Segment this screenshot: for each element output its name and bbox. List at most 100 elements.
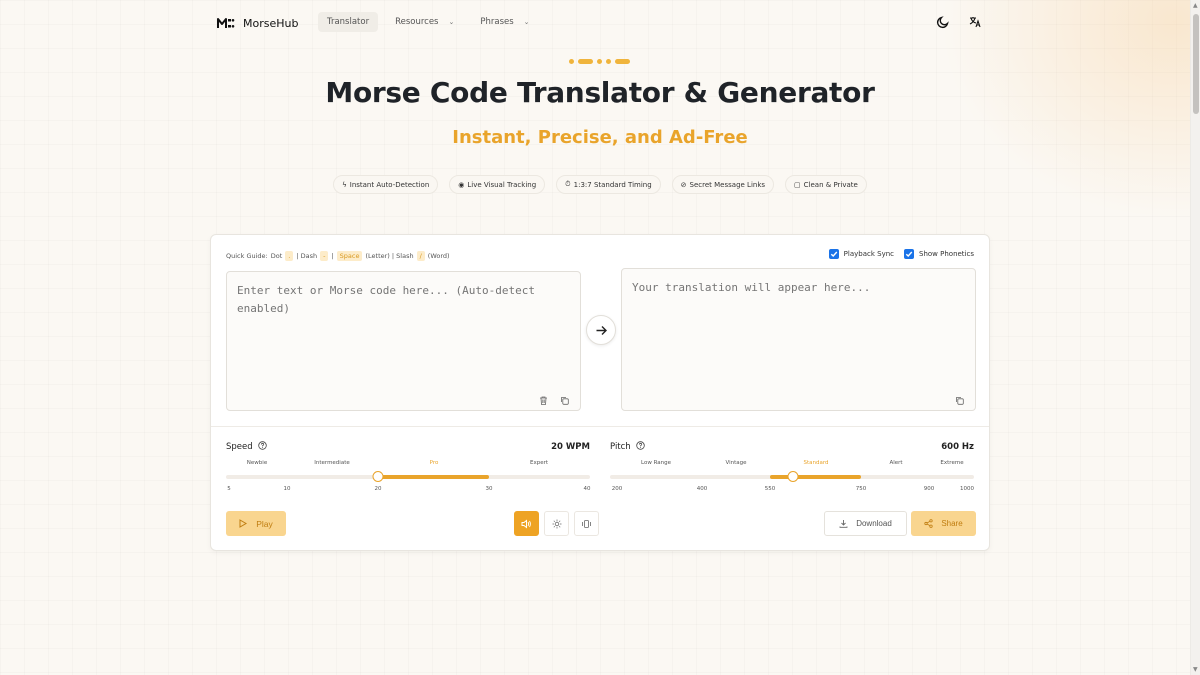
action-bar: Play Download Share	[226, 511, 976, 537]
speed-slider-thumb[interactable]	[372, 471, 384, 482]
feature-badge: ▢ Clean & Private	[785, 175, 867, 194]
feature-label: 1:3:7 Standard Timing	[573, 180, 652, 189]
guide-slash-key: /	[416, 251, 425, 261]
page-subtitle: Instant, Precise, and Ad-Free	[452, 127, 748, 148]
speed-level-label: Newbie	[246, 460, 268, 466]
download-button[interactable]: Download	[824, 511, 907, 536]
morse-logo-icon	[217, 14, 235, 33]
play-button[interactable]: Play	[226, 511, 286, 536]
speed-range-fill	[378, 475, 489, 479]
checkmark-icon[interactable]	[904, 249, 915, 259]
nav-menu: Translator Resources ⌄ Phrases ⌄	[318, 12, 539, 32]
feature-badge: ⊘ Secret Message Links	[671, 175, 775, 194]
translate-arrow-button[interactable]	[586, 315, 616, 345]
feature-label: Live Visual Tracking	[467, 180, 537, 189]
trash-icon[interactable]	[539, 390, 548, 409]
checkmark-icon[interactable]	[828, 249, 839, 259]
vibrate-mode-button[interactable]	[574, 511, 599, 536]
copy-icon[interactable]	[955, 390, 964, 409]
brand-logo[interactable]: MorseHub	[217, 14, 298, 33]
show-phonetics-checkbox[interactable]: Show Phonetics	[904, 249, 974, 259]
timer-icon: ⏱	[565, 180, 571, 188]
share-label: Share	[941, 519, 963, 528]
speed-slider-block: Speed 20 WPM Newbie Intermediate Pro Exp…	[226, 441, 591, 496]
input-textarea[interactable]	[226, 271, 581, 411]
guide-letter-label: (Letter) | Slash	[365, 252, 414, 260]
playback-sync-checkbox[interactable]: Playback Sync	[828, 249, 895, 259]
speed-tick: 40	[583, 486, 591, 492]
speed-level-label: Pro	[429, 460, 439, 466]
page-scrollbar[interactable]: ▲ ▼	[1190, 0, 1200, 675]
pitch-ticks: 200 400 550 750 900 1000	[610, 486, 974, 496]
speed-label: Speed	[226, 441, 267, 453]
pitch-tick: 200	[611, 486, 623, 492]
pitch-level-label: Vintage	[725, 460, 747, 466]
play-icon	[239, 519, 248, 528]
chevron-down-icon: ⌄	[523, 18, 530, 26]
guide-dot-label: Dot	[270, 252, 283, 260]
help-icon[interactable]	[257, 441, 267, 453]
guide-space-key: Space	[336, 251, 363, 261]
output-textarea[interactable]	[621, 268, 976, 411]
checkbox-label: Playback Sync	[843, 250, 895, 258]
language-icon[interactable]	[967, 14, 983, 30]
help-icon[interactable]	[636, 441, 645, 453]
nav-item-translator[interactable]: Translator	[318, 12, 379, 32]
chevron-down-icon: ⌄	[448, 18, 455, 26]
output-actions	[955, 390, 964, 409]
scroll-down-icon[interactable]: ▼	[1193, 666, 1198, 673]
eye-icon: ◉	[458, 180, 465, 189]
speed-tick: 20	[374, 486, 382, 492]
guide-word-label: (Word)	[427, 252, 450, 260]
pitch-value: 600 Hz	[941, 442, 974, 452]
arrow-right-icon	[596, 325, 607, 335]
pitch-level-label: Alert	[889, 460, 903, 466]
nav-item-resources[interactable]: Resources ⌄	[386, 12, 463, 32]
feature-label: Instant Auto-Detection	[349, 180, 430, 189]
translator-card: Quick Guide: Dot . | Dash - | Space (Let…	[210, 234, 990, 551]
pitch-label-text: Pitch	[610, 442, 631, 452]
scrollbar-thumb[interactable]	[1193, 14, 1199, 114]
feature-badge: ⏱ 1:3:7 Standard Timing	[556, 175, 661, 194]
guide-separator: |	[331, 252, 334, 260]
share-button[interactable]: Share	[911, 511, 976, 536]
feature-label: Secret Message Links	[689, 180, 766, 189]
shield-icon: ▢	[794, 180, 801, 189]
pitch-tick: 750	[855, 486, 867, 492]
speed-tick: 10	[283, 486, 291, 492]
quick-guide: Quick Guide: Dot . | Dash - | Space (Let…	[226, 251, 450, 261]
moon-icon[interactable]	[935, 14, 951, 30]
sound-mode-button[interactable]	[514, 511, 539, 536]
output-mode-group	[514, 511, 599, 536]
play-label: Play	[256, 518, 273, 529]
top-nav: MorseHub Translator Resources ⌄ Phrases ⌄	[0, 0, 1190, 44]
speed-ticks: 5 10 20 30 40	[226, 486, 590, 496]
speed-tick: 30	[485, 486, 493, 492]
speed-level-label: Expert	[529, 460, 549, 466]
nav-actions	[935, 14, 983, 30]
pitch-tick: 1000	[960, 486, 974, 492]
divider	[211, 426, 989, 427]
pitch-slider-thumb[interactable]	[787, 471, 799, 482]
speed-level-label: Intermediate	[314, 460, 350, 466]
options-checkboxes: Playback Sync Show Phonetics	[828, 249, 974, 259]
pitch-tick: 400	[696, 486, 708, 492]
pitch-range-fill	[770, 475, 861, 479]
nav-label: Resources	[395, 17, 439, 27]
pitch-level-label: Low Range	[640, 460, 672, 466]
speed-slider[interactable]	[226, 471, 590, 482]
download-icon	[839, 520, 848, 528]
light-mode-button[interactable]	[544, 511, 569, 536]
pitch-slider[interactable]	[610, 471, 974, 482]
brand-name: MorseHub	[243, 17, 299, 30]
copy-icon[interactable]	[560, 390, 569, 409]
link-icon: ⊘	[680, 180, 687, 189]
nav-item-phrases[interactable]: Phrases ⌄	[471, 12, 538, 32]
guide-dash-label: | Dash	[296, 252, 318, 260]
feature-badge: ◉ Live Visual Tracking	[449, 175, 546, 194]
download-label: Download	[856, 519, 892, 528]
guide-prefix: Quick Guide:	[226, 252, 268, 260]
scroll-up-icon[interactable]: ▲	[1193, 2, 1198, 9]
checkbox-label: Show Phonetics	[919, 250, 974, 258]
guide-dash-key: -	[320, 251, 329, 261]
